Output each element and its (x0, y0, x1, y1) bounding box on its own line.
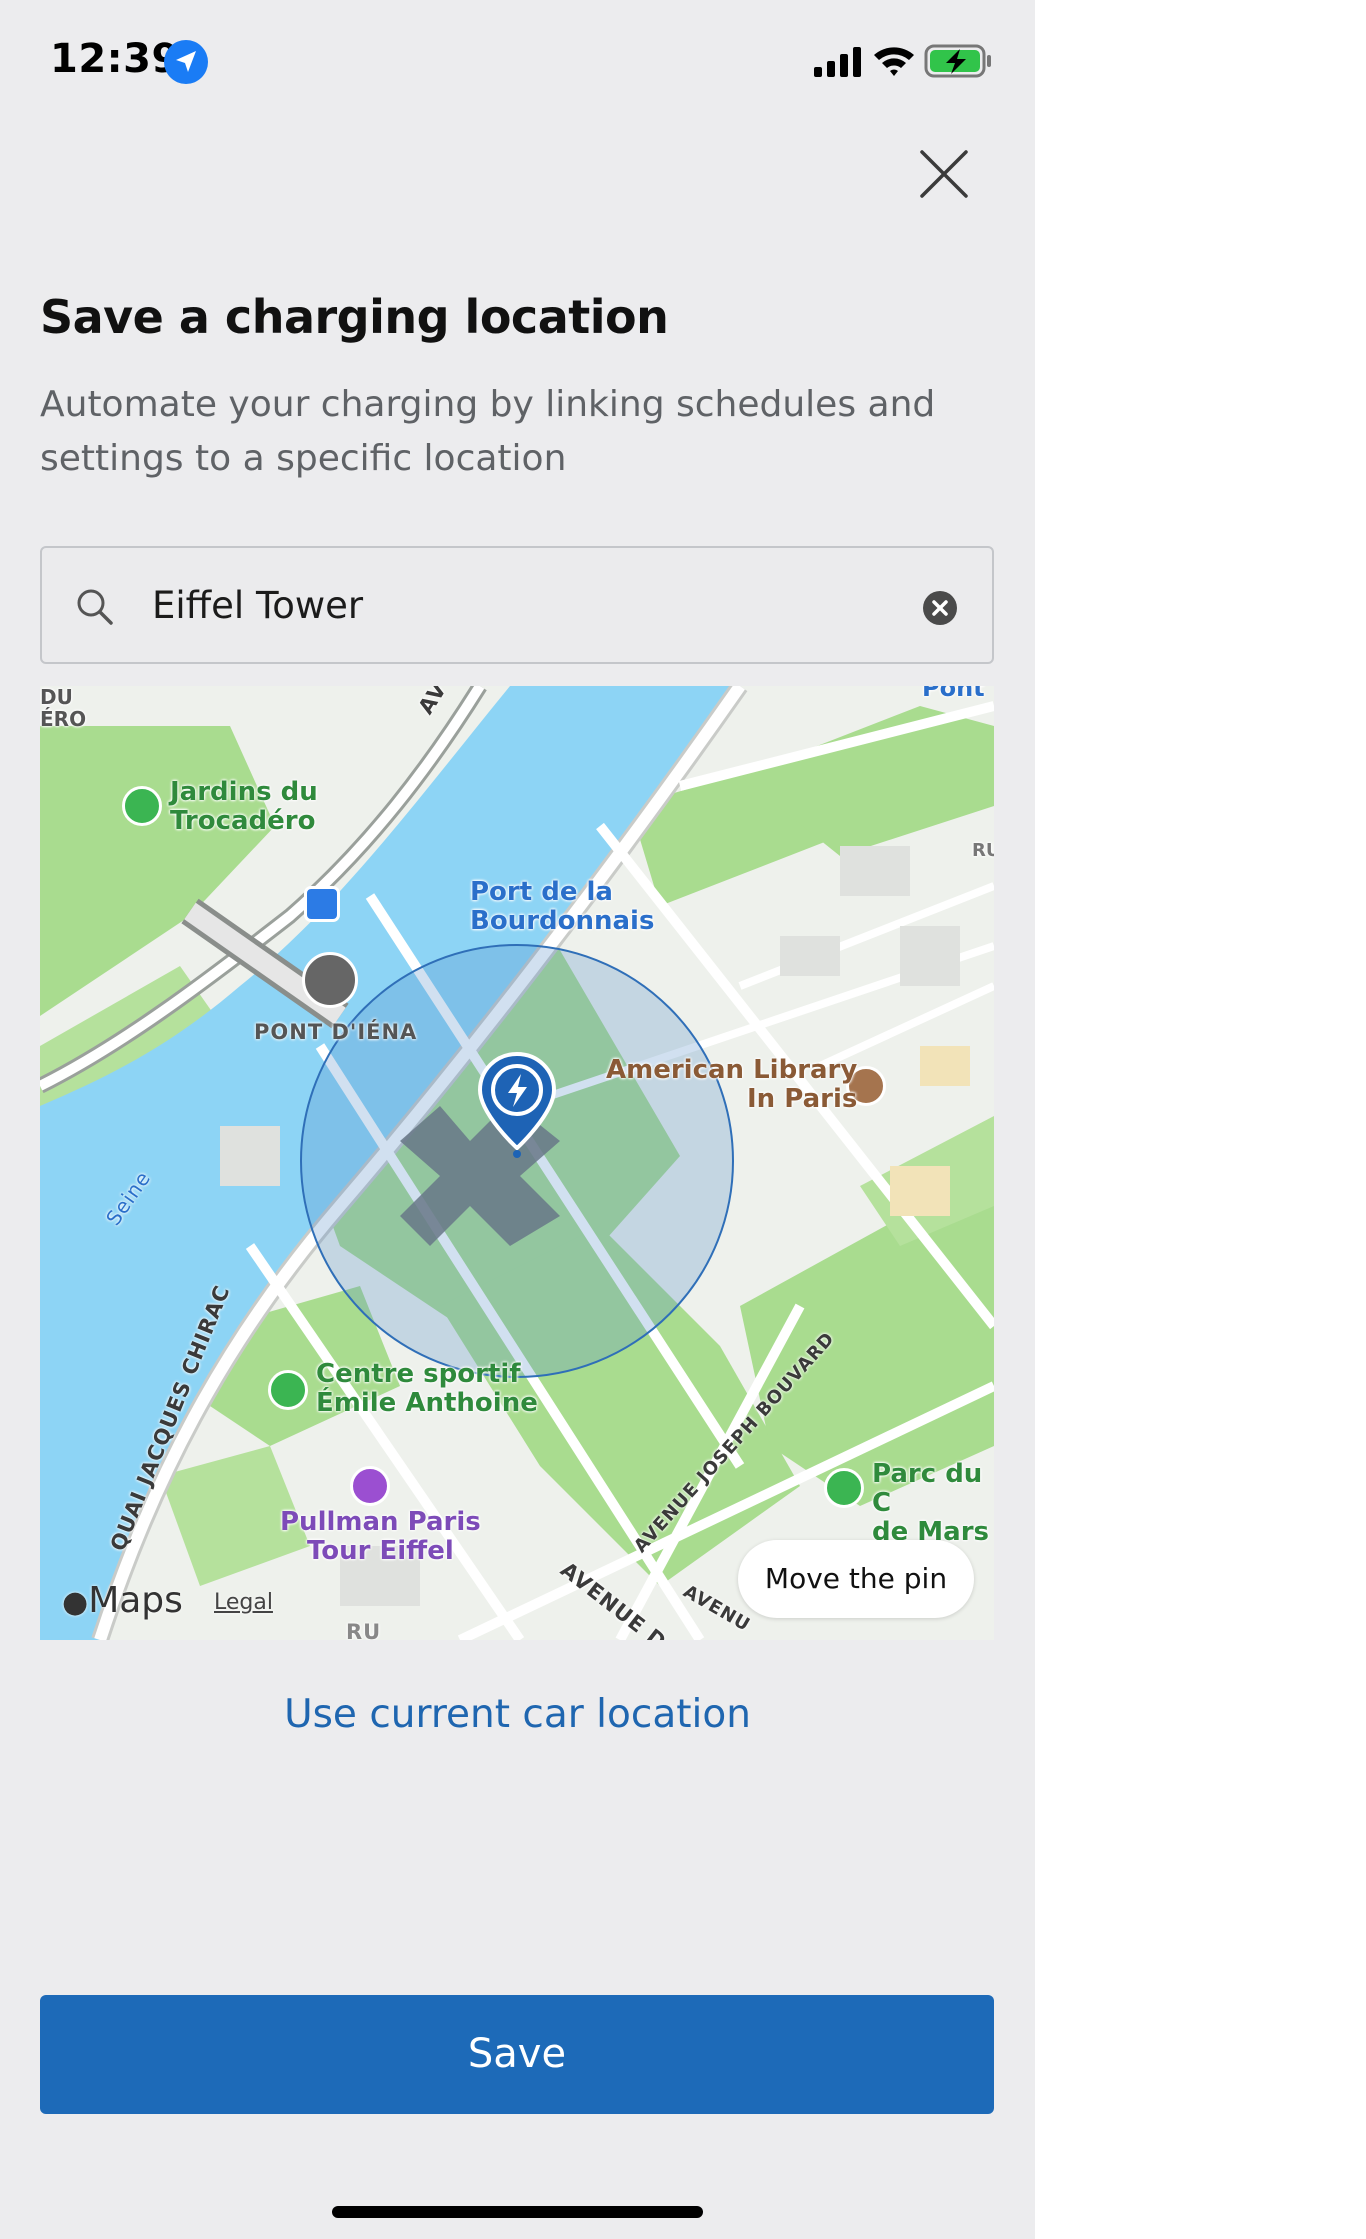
hotel-icon[interactable] (350, 1466, 390, 1506)
status-time: 12:39 (50, 36, 180, 82)
map-label-library-1: American Library (606, 1055, 858, 1085)
map-label-ru-bottom: RU (346, 1620, 382, 1640)
map-label-ero: ÉRO (40, 707, 87, 731)
home-indicator[interactable] (332, 2206, 703, 2218)
charging-pin-icon[interactable] (476, 1050, 558, 1158)
page-title: Save a charging location (40, 290, 669, 344)
search-value[interactable]: Eiffel Tower (152, 584, 363, 627)
map-label-jardins-1: Jardins du (170, 777, 318, 807)
map-view[interactable]: DU ÉRO Pont RU Jardins du Trocadéro Port… (40, 686, 994, 1640)
sports-icon[interactable] (268, 1370, 308, 1410)
apple-maps-logo: ●Maps (62, 1580, 183, 1621)
map-label-pullman-1: Pullman Paris (280, 1507, 481, 1537)
map-label-ru: RU (972, 840, 994, 861)
map-label-library: American Library In Paris (606, 1056, 857, 1114)
save-button[interactable]: Save (40, 1995, 994, 2114)
map-label-centre-1: Centre sportif (316, 1359, 521, 1389)
map-label-parc: Parc du C de Mars (872, 1460, 994, 1547)
map-label-port: Port de la Bourdonnais (470, 878, 654, 936)
map-label-pont-iena: PONT D'IÉNA (254, 1020, 418, 1044)
clear-icon[interactable] (922, 590, 958, 626)
park-icon[interactable] (122, 786, 162, 826)
map-label-pont: Pont (922, 686, 985, 702)
map-label-library-2: In Paris (746, 1084, 858, 1114)
map-label-pullman: Pullman Paris Tour Eiffel (280, 1508, 481, 1566)
map-label-du: DU (40, 686, 73, 709)
screen: 12:39 Save a charging location Automate … (0, 0, 1035, 2239)
apple-logo-icon: ● (62, 1585, 89, 1620)
wifi-icon (874, 47, 914, 76)
map-label-jardins: Jardins du Trocadéro (170, 778, 318, 836)
map-label-parc-1: Parc du C (872, 1459, 983, 1518)
search-input[interactable]: Eiffel Tower (40, 546, 994, 664)
map-label-centre-2: Émile Anthoine (316, 1388, 538, 1418)
battery-charging-icon (924, 44, 991, 78)
legal-link[interactable]: Legal (214, 1590, 273, 1615)
map-label-port-1: Port de la (470, 877, 613, 907)
location-arrow-icon (164, 40, 208, 84)
search-icon (77, 589, 113, 625)
maps-brand-text: Maps (88, 1580, 183, 1621)
tree-icon[interactable] (824, 1468, 864, 1508)
use-current-location-link[interactable]: Use current car location (0, 1692, 1035, 1737)
landmark-star-icon[interactable] (302, 952, 358, 1008)
map-label-centre: Centre sportif Émile Anthoine (316, 1360, 538, 1418)
cellular-signal-icon (814, 47, 861, 77)
close-icon[interactable] (916, 146, 972, 202)
map-label-port-2: Bourdonnais (470, 906, 655, 936)
page-subtitle: Automate your charging by linking schedu… (40, 384, 936, 479)
ferry-icon[interactable] (304, 886, 340, 922)
map-label-jardins-2: Trocadéro (170, 806, 316, 836)
map-label-pullman-2: Tour Eiffel (306, 1536, 454, 1566)
move-pin-button[interactable]: Move the pin (738, 1540, 974, 1618)
